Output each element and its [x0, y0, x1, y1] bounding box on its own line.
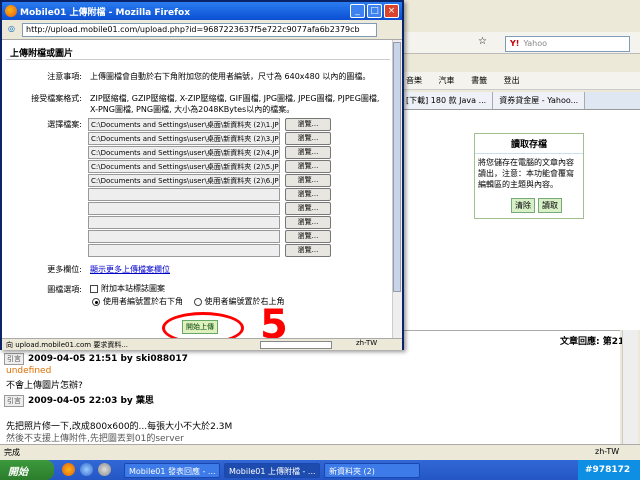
yahoo-logo-icon: Y! — [510, 39, 520, 48]
file-row: C:\Documents and Settings\user\桌面\新資料夾 (… — [88, 146, 353, 160]
browse-button[interactable]: 瀏覽... — [285, 118, 331, 131]
watermark-checkbox[interactable] — [90, 284, 98, 293]
minimize-icon[interactable]: _ — [350, 4, 365, 18]
file-path-field[interactable] — [88, 230, 280, 243]
notice-label: 注意事項: — [47, 72, 82, 81]
url-field[interactable]: http://upload.mobile01.com/upload.php?id… — [22, 23, 377, 37]
read-button[interactable]: 讀取 — [538, 198, 562, 213]
watermark-option[interactable]: 附加本站標誌圖案 — [90, 283, 386, 294]
taskbar — [0, 460, 640, 480]
file-row: C:\Documents and Settings\user\桌面\新資料夾 (… — [88, 160, 353, 174]
browse-button[interactable]: 瀏覽... — [285, 132, 331, 145]
ie-quicklaunch-icon[interactable] — [80, 463, 93, 476]
watermark-text: #978172 — [585, 465, 631, 475]
bookmarks-bar: 音樂 汽車 書籤 登出 — [400, 72, 640, 90]
file-path-field[interactable] — [88, 216, 280, 229]
choose-file-label: 選擇檔案: — [47, 120, 82, 129]
file-row: C:\Documents and Settings\user\桌面\新資料夾 (… — [88, 118, 353, 132]
file-row: C:\Documents and Settings\user\桌面\新資料夾 (… — [88, 174, 353, 188]
popup-title-bar[interactable]: Mobile01 上傳附檔 - Mozilla Firefox — [2, 2, 402, 20]
position-options: 使用者編號置於右下角 使用者編號置於右上角 — [92, 296, 388, 307]
file-path-field[interactable] — [88, 188, 280, 201]
browse-button[interactable]: 瀏覽... — [285, 244, 331, 257]
post-text: 不會上傳圖片怎辦? — [6, 381, 83, 391]
browse-button[interactable]: 瀏覽... — [285, 202, 331, 215]
url-bar: ◎ http://upload.mobile01.com/upload.php?… — [2, 20, 402, 40]
browse-button[interactable]: 瀏覽... — [285, 146, 331, 159]
browse-button[interactable]: 瀏覽... — [285, 216, 331, 229]
browser-status-bar: 完成 zh-TW — [0, 444, 640, 460]
post-text: 然後不支援上傳附件,先把圖丟到01的server — [6, 434, 184, 444]
file-row: C:\Documents and Settings\user\桌面\新資料夾 (… — [88, 132, 353, 146]
browse-button[interactable]: 瀏覽... — [285, 174, 331, 187]
file-row: 瀏覽... — [88, 188, 353, 202]
save-box-title: 讀取存檔 — [475, 134, 583, 154]
bookmark-car[interactable]: 汽車 — [439, 76, 455, 85]
popup-locale: zh-TW — [356, 339, 378, 347]
file-row: 瀏覽... — [88, 244, 353, 258]
image-options-label: 圖檔選項: — [47, 285, 82, 294]
start-button[interactable]: 開始 — [0, 460, 54, 480]
task-upload-window[interactable]: Mobile01 上傳附檔 - ... — [224, 463, 320, 478]
site-icon: ◎ — [8, 24, 15, 33]
file-row: 瀏覽... — [88, 216, 353, 230]
desktop-quicklaunch-icon[interactable] — [98, 463, 111, 476]
task-reply-window[interactable]: Mobile01 發表回應 - ... — [124, 463, 220, 478]
task-folder-window[interactable]: 新資料夾 (2) — [324, 463, 420, 478]
locale-indicator: zh-TW — [595, 447, 620, 456]
close-icon[interactable]: × — [384, 4, 399, 18]
more-fields-label: 更多欄位: — [47, 265, 82, 274]
loading-progress-bar — [260, 341, 332, 349]
formats-label: 接受檔案格式: — [31, 94, 82, 103]
browse-button[interactable]: 瀏覽... — [285, 230, 331, 243]
maximize-icon[interactable]: □ — [367, 4, 382, 18]
divider — [6, 59, 390, 60]
post-header: 引言 2009-04-05 22:03 by 葉思 — [4, 393, 154, 407]
clear-button[interactable]: 清除 — [511, 198, 535, 213]
bookmark-logout[interactable]: 登出 — [504, 76, 520, 85]
star-icon[interactable]: ☆ — [478, 36, 487, 47]
browse-button[interactable]: 瀏覽... — [285, 160, 331, 173]
file-row: 瀏覽... — [88, 230, 353, 244]
search-input[interactable]: Y! Yahoo — [505, 36, 630, 52]
bookmark-bookmarks[interactable]: 書籤 — [471, 76, 487, 85]
upload-popup-window: Mobile01 上傳附檔 - Mozilla Firefox _ □ × ◎ … — [0, 0, 404, 350]
bookmark-music[interactable]: 音樂 — [406, 76, 422, 85]
section-title: 上傳附檔或圖片 — [10, 49, 74, 59]
background-tab-bar: [下載] 180 款 Java ... 資券貸金屋 - Yahoo... — [400, 92, 640, 110]
show-more-fields-link[interactable]: 顯示更多上傳檔案欄位 — [90, 264, 170, 275]
top-right-radio[interactable] — [193, 297, 202, 306]
quote-button[interactable]: 引言 — [4, 395, 24, 407]
browse-button[interactable]: 瀏覽... — [285, 188, 331, 201]
file-path-field[interactable]: C:\Documents and Settings\user\桌面\新資料夾 (… — [88, 160, 280, 173]
file-row: 瀏覽... — [88, 202, 353, 216]
bottom-right-radio[interactable] — [92, 297, 100, 306]
formats-text: ZIP壓縮檔, GZIP壓縮檔, X-ZIP壓縮檔, GIF圖檔, JPG圖檔,… — [90, 94, 380, 114]
file-path-field[interactable] — [88, 244, 280, 257]
post-text: undefined — [6, 366, 52, 376]
save-box-buttons: 清除 讀取 — [508, 198, 562, 213]
file-path-field[interactable]: C:\Documents and Settings\user\桌面\新資料夾 (… — [88, 132, 280, 145]
file-path-field[interactable] — [88, 202, 280, 215]
file-path-field[interactable]: C:\Documents and Settings\user\桌面\新資料夾 (… — [88, 118, 280, 131]
firefox-icon — [5, 5, 17, 17]
page-scrollbar[interactable] — [622, 330, 638, 444]
save-box-text: 將您儲存在電腦的文章內容讀出，注意：本功能會覆寫編輯區的主題與內容。 — [478, 158, 574, 189]
file-path-field[interactable]: C:\Documents and Settings\user\桌面\新資料夾 (… — [88, 146, 280, 159]
firefox-quicklaunch-icon[interactable] — [62, 463, 75, 476]
tab-yahoo[interactable]: 資券貸金屋 - Yahoo... — [493, 92, 586, 109]
notice-text: 上傳圖檔會自動於右下角附加您的使用者編號，尺寸為 640x480 以內的圖檔。 — [90, 72, 371, 81]
quote-button[interactable]: 引言 — [4, 353, 24, 365]
tab-download[interactable]: [下載] 180 款 Java ... — [400, 92, 494, 109]
popup-status-bar: 向 upload.mobile01.com 要求資料... — [2, 338, 402, 350]
popup-scroll-thumb[interactable] — [393, 42, 401, 292]
post-header: 引言 2009-04-05 21:51 by ski088017 — [4, 353, 188, 365]
file-path-field[interactable]: C:\Documents and Settings\user\桌面\新資料夾 (… — [88, 174, 280, 187]
